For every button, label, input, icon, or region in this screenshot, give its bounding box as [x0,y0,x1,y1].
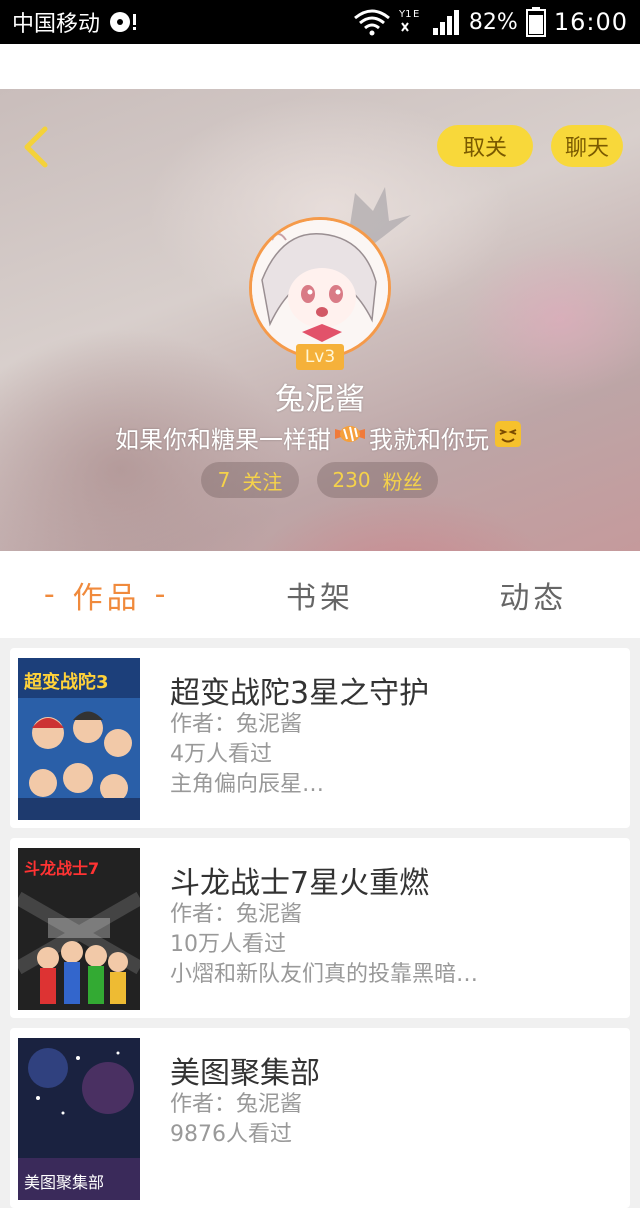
tab-indicator-left: - [43,577,59,612]
cover-title: 美图聚集部 [24,1173,104,1192]
work-description: 主角偏向辰星… [170,772,325,797]
level-badge: Lv3 [296,344,344,370]
fans-stat[interactable]: 230 粉丝 [317,462,438,498]
profile-header: 取关 聊天 Lv3 兔泥酱 如果你和糖果一样甜 我就和你玩 7 关注 230 粉… [0,89,640,551]
disc-icon [108,10,138,34]
chevron-left-icon [21,125,51,173]
work-description: 小熠和新队友们真的投靠黑暗… [170,962,479,987]
svg-text:Y1: Y1 [399,9,411,20]
signal-icon [431,8,461,36]
bio-text-1: 如果你和糖果一样甜 [115,425,331,454]
bio: 如果你和糖果一样甜 我就和你玩 [0,419,640,455]
tab-bookshelf[interactable]: 书架 [213,551,426,638]
work-card[interactable]: 美图聚集部 美图聚集部 作者：兔泥酱 9876人看过 [10,1028,630,1208]
battery-icon [525,7,546,37]
work-cover: 斗龙战士7 [18,848,140,1010]
chat-button[interactable]: 聊天 [551,125,623,167]
work-card[interactable]: 超变战陀3 超变战陀3星之守护 作者：兔泥酱 4万人看过 主角偏向辰星… [10,648,630,828]
following-stat[interactable]: 7 关注 [201,462,299,498]
clock: 16:00 [553,8,628,36]
fans-label: 粉丝 [382,469,423,494]
work-author: 作者：兔泥酱 [170,712,303,737]
following-count: 7 [217,468,231,492]
bio-text-2: 我就和你玩 [369,425,489,454]
avatar[interactable] [249,217,391,359]
tab-works-label: 作品 [72,580,141,616]
unfollow-button[interactable]: 取关 [437,125,533,167]
tab-activity-label: 动态 [499,580,568,616]
following-label: 关注 [242,469,283,494]
work-views: 10万人看过 [170,932,286,957]
tab-bar: - 作品 - 书架 动态 [0,551,640,638]
tab-activity[interactable]: 动态 [427,551,640,638]
carrier-name: 中国移动 [12,12,101,37]
svg-text:E: E [413,9,419,20]
battery-percent: 82% [468,9,518,35]
avatar-container [249,187,411,359]
cover-title: 超变战陀3 [24,671,109,693]
work-views: 4万人看过 [170,742,272,767]
tab-indicator-right: - [154,577,170,612]
work-card[interactable]: 斗龙战士7 斗龙战士7星火重燃 作者：兔泥酱 10万人看过 小熠和新队友们真的投… [10,838,630,1018]
status-bar: 中国移动 Y1 E 82% 16:00 [0,0,640,44]
tab-works[interactable]: - 作品 - [0,551,213,638]
mobile-data-icon: Y1 E [399,7,423,37]
wifi-icon [353,8,391,36]
work-views: 9876人看过 [170,1122,292,1147]
work-author: 作者：兔泥酱 [170,902,303,927]
candy-icon [333,419,367,455]
smile-icon [491,419,525,455]
back-button[interactable] [14,125,58,173]
work-cover: 超变战陀3 [18,658,140,820]
fans-count: 230 [332,468,371,492]
avatar-illustration [252,220,388,356]
tab-bookshelf-label: 书架 [285,580,354,616]
nickname: 兔泥酱 [275,382,365,417]
work-cover: 美图聚集部 [18,1038,140,1200]
work-author: 作者：兔泥酱 [170,1092,303,1117]
top-spacer [0,44,640,89]
cover-title: 斗龙战士7 [24,859,99,878]
